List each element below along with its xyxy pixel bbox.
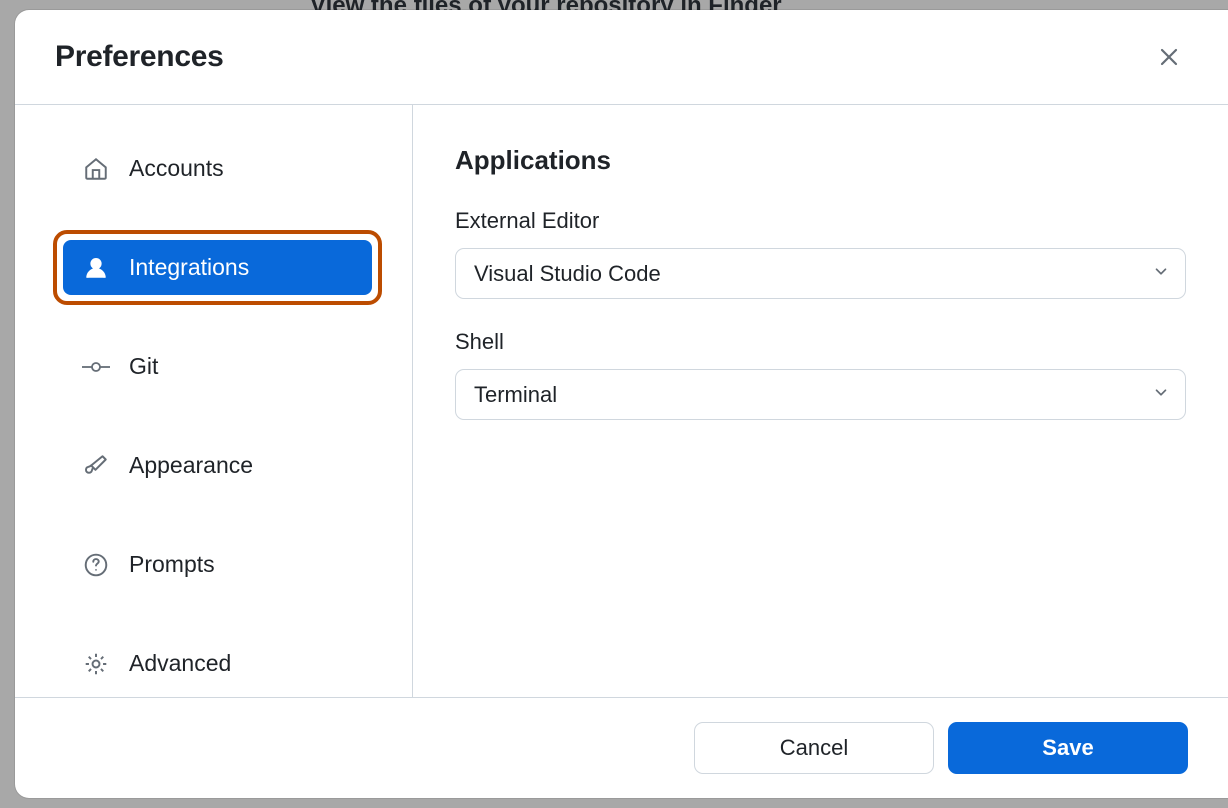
person-icon [83, 255, 109, 281]
sidebar-item-label: Integrations [129, 254, 249, 281]
external-editor-select[interactable]: Visual Studio Code [455, 248, 1186, 299]
preferences-modal: Preferences Accounts [15, 10, 1228, 798]
preferences-sidebar: Accounts Integrations Git [15, 105, 413, 697]
external-editor-group: External Editor Visual Studio Code [455, 208, 1186, 299]
git-commit-icon [83, 354, 109, 380]
sidebar-item-appearance[interactable]: Appearance [63, 438, 372, 493]
sidebar-item-integrations[interactable]: Integrations [63, 240, 372, 295]
shell-select-wrap: Terminal [455, 369, 1186, 420]
section-heading: Applications [455, 145, 1186, 176]
close-button[interactable] [1150, 38, 1188, 76]
sidebar-item-accounts[interactable]: Accounts [63, 141, 372, 196]
sidebar-item-label: Advanced [129, 650, 231, 677]
save-button[interactable]: Save [948, 722, 1188, 774]
close-icon [1156, 44, 1182, 70]
sidebar-item-label: Appearance [129, 452, 253, 479]
modal-body: Accounts Integrations Git [15, 105, 1228, 697]
shell-select[interactable]: Terminal [455, 369, 1186, 420]
sidebar-item-prompts[interactable]: Prompts [63, 537, 372, 592]
shell-label: Shell [455, 329, 1186, 355]
modal-title: Preferences [55, 40, 223, 74]
external-editor-select-wrap: Visual Studio Code [455, 248, 1186, 299]
highlight-ring: Integrations [53, 230, 382, 305]
shell-group: Shell Terminal [455, 329, 1186, 420]
sidebar-item-git[interactable]: Git [63, 339, 372, 394]
modal-footer: Cancel Save [15, 697, 1228, 798]
sidebar-item-label: Accounts [129, 155, 224, 182]
nav-list: Accounts Integrations Git [63, 141, 372, 691]
home-icon [83, 156, 109, 182]
sidebar-item-label: Prompts [129, 551, 215, 578]
content-pane: Applications External Editor Visual Stud… [413, 105, 1228, 697]
paintbrush-icon [83, 453, 109, 479]
gear-icon [83, 651, 109, 677]
cancel-button[interactable]: Cancel [694, 722, 934, 774]
sidebar-item-advanced[interactable]: Advanced [63, 636, 372, 691]
question-circle-icon [83, 552, 109, 578]
sidebar-item-label: Git [129, 353, 158, 380]
modal-header: Preferences [15, 10, 1228, 105]
external-editor-label: External Editor [455, 208, 1186, 234]
